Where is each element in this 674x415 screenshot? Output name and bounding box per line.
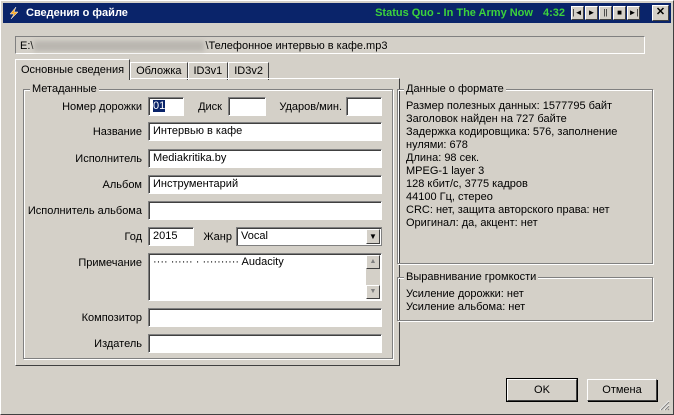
gain-group: Выравнивание громкости Усиление дорожки:… [397,271,653,321]
prev-track-button[interactable]: |◄ [571,6,584,20]
format-group: Данные о формате Размер полезных данных:… [397,83,653,264]
format-line: Длина: 98 сек. [406,152,480,164]
tab-strip: Основные сведения Обложка ID3v1 ID3v2 [15,59,269,80]
publisher-label: Издатель [94,338,142,350]
year-label: Год [124,231,142,243]
cancel-button[interactable]: Отмена [587,379,657,401]
resize-grip-icon[interactable] [658,399,670,411]
gain-group-label: Выравнивание громкости [404,271,539,283]
path-redacted [34,41,205,52]
track-value: 01 [153,100,166,112]
player-controls: |◄ ► || ■ ►| [571,6,640,20]
album-artist-label: Исполнитель альбома [27,205,142,217]
album-artist-input[interactable] [148,201,382,220]
format-line: Оригинал: да, акцент: нет [406,217,538,229]
album-gain-line: Усиление альбома: нет [406,301,526,313]
genre-select[interactable]: Vocal ▼ [236,227,382,246]
playback-time: 4:32 [542,7,565,19]
comment-scrollbar[interactable]: ▲ ▼ [366,255,380,299]
window-title: Сведения о файле [26,7,128,19]
comment-label: Примечание [78,257,142,269]
composer-label: Композитор [81,312,142,324]
title-label: Название [92,126,142,138]
format-line: MPEG-1 layer 3 [406,165,485,177]
format-line: 44100 Гц, стерео [406,191,493,203]
disc-input[interactable] [228,97,266,116]
chevron-down-icon[interactable]: ▼ [366,229,380,244]
track-label: Номер дорожки [62,101,142,113]
scroll-down-icon[interactable]: ▼ [366,285,380,299]
next-track-button[interactable]: ►| [627,6,640,20]
winamp-lightning-icon [7,6,21,20]
pause-button[interactable]: || [599,6,612,20]
scroll-up-icon[interactable]: ▲ [366,255,380,269]
format-line: Заголовок найден на 727 байте [406,113,567,125]
composer-input[interactable] [148,308,382,327]
genre-label: Жанр [203,231,232,243]
track-input[interactable]: 01 [148,97,184,116]
format-group-label: Данные о формате [404,83,506,95]
format-info: Размер полезных данных: 1577795 байт Заг… [406,100,617,230]
tab-main-info[interactable]: Основные сведения [15,59,131,80]
scroll-track [366,269,380,285]
genre-value: Vocal [241,230,268,242]
artist-input[interactable]: Mediakritika.by [148,149,382,168]
bpm-label: Ударов/мин. [279,101,342,113]
close-button[interactable]: ✕ [652,5,669,21]
disc-label: Диск [198,101,222,113]
file-info-dialog: Сведения о файле Status Quo - In The Arm… [0,0,674,415]
track-gain-line: Усиление дорожки: нет [406,288,524,300]
path-suffix: \Телефонное интервью в кафе.mp3 [205,40,388,52]
title-input[interactable]: Интервью в кафе [148,122,382,141]
format-line: 128 кбит/с, 3775 кадров [406,178,528,190]
title-bar[interactable]: Сведения о файле Status Quo - In The Arm… [3,3,671,23]
file-path-field[interactable]: E:\ \Телефонное интервью в кафе.mp3 [15,36,645,54]
album-input[interactable]: Инструментарий [148,175,382,194]
path-prefix: E:\ [20,40,34,52]
album-label: Альбом [102,179,142,191]
format-line: Размер полезных данных: 1577795 байт [406,100,613,112]
metadata-group-label: Метаданные [30,83,99,95]
format-line: Задержка кодировщика: 576, заполнение [406,126,618,138]
now-playing-text: Status Quo - In The Army Now [375,7,533,19]
comment-textarea[interactable]: ···· ······ · ·········· Audacity ▲ ▼ [148,253,382,301]
stop-button[interactable]: ■ [613,6,626,20]
publisher-input[interactable] [148,334,382,353]
play-button[interactable]: ► [585,6,598,20]
comment-value: ···· ······ · ·········· Audacity [153,256,284,268]
format-line: CRC: нет, защита авторского права: нет [406,204,610,216]
main-info-panel: Метаданные Номер дорожки 01 Диск Ударов/… [15,78,400,366]
gain-info: Усиление дорожки: нет Усиление альбома: … [406,288,525,314]
format-line: нулями: 678 [406,139,468,151]
ok-button[interactable]: OK [506,378,578,402]
artist-label: Исполнитель [75,153,142,165]
year-input[interactable]: 2015 [148,227,194,246]
bpm-input[interactable] [346,97,382,116]
